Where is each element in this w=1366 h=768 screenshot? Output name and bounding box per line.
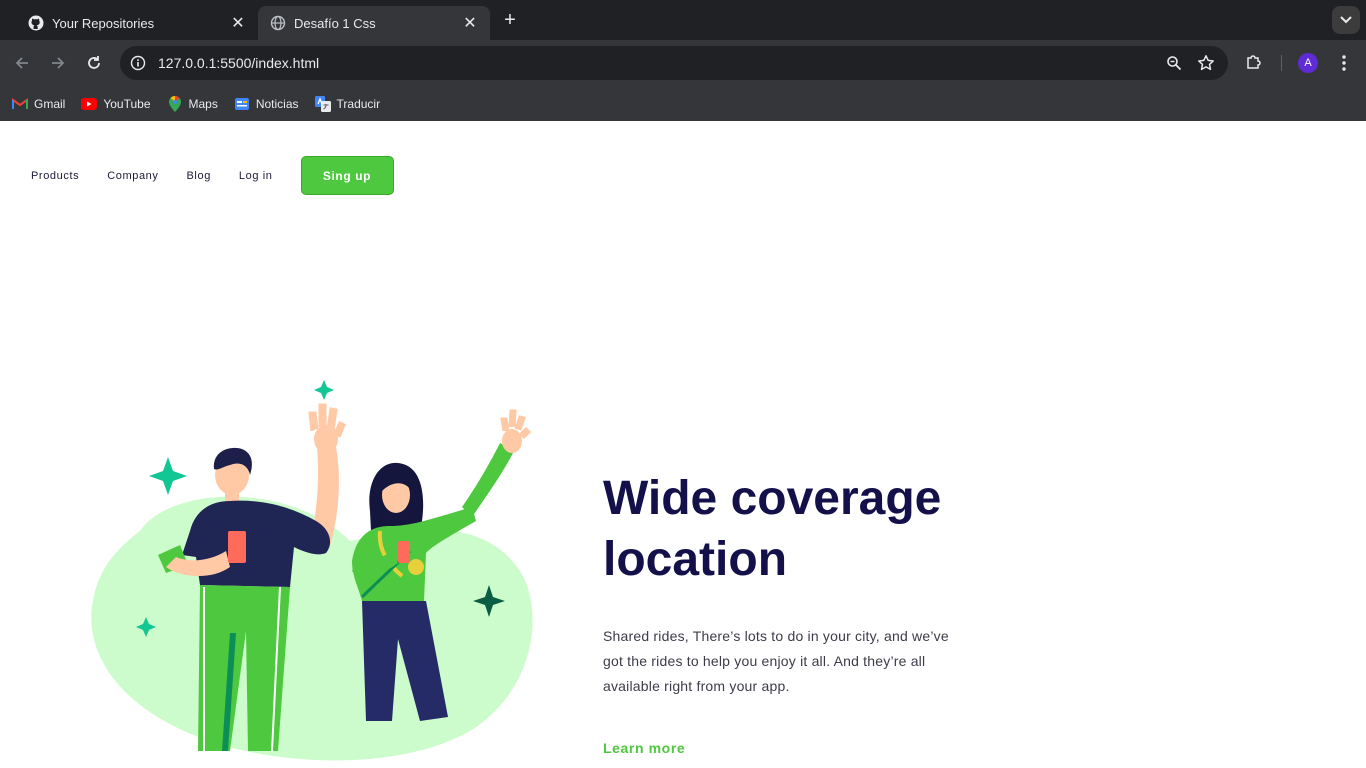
main-nav: Products Company Blog Log in Sing up <box>31 156 394 195</box>
bookmark-youtube[interactable]: YouTube <box>81 96 151 112</box>
translate-icon <box>314 95 331 112</box>
github-icon <box>28 15 44 31</box>
bookmark-noticias[interactable]: Noticias <box>234 96 299 112</box>
tab-search-chevron-icon[interactable] <box>1332 6 1360 34</box>
bookmark-maps[interactable]: Maps <box>167 95 218 112</box>
maps-icon <box>167 95 183 112</box>
news-icon <box>234 96 250 112</box>
nav-company[interactable]: Company <box>107 170 158 182</box>
nav-blog[interactable]: Blog <box>187 170 211 182</box>
hero-title: Wide coverage location <box>603 472 942 586</box>
extensions-puzzle-icon[interactable] <box>1244 52 1264 72</box>
tab-your-repositories[interactable]: Your Repositories ✕ <box>16 6 258 40</box>
reload-icon[interactable] <box>82 51 106 75</box>
forward-arrow-icon[interactable] <box>46 51 70 75</box>
profile-avatar[interactable]: A <box>1298 53 1318 73</box>
signup-button[interactable]: Sing up <box>300 156 394 195</box>
bookmark-star-icon[interactable] <box>1196 53 1216 73</box>
gmail-icon <box>12 96 28 112</box>
tab-title: Desafío 1 Css <box>294 15 376 31</box>
tab-desafio[interactable]: Desafío 1 Css ✕ <box>258 6 490 40</box>
close-tab-icon[interactable]: ✕ <box>460 13 480 33</box>
youtube-icon <box>81 96 98 112</box>
back-arrow-icon[interactable] <box>10 51 34 75</box>
browser-menu-icon[interactable] <box>1334 53 1354 73</box>
hero-description: Shared rides, There’s lots to do in your… <box>603 628 949 694</box>
browser-tab-bar: Your Repositories ✕ Desafío 1 Css ✕ + <box>0 0 1366 40</box>
close-tab-icon[interactable]: ✕ <box>228 13 248 33</box>
hero-illustration <box>91 380 533 761</box>
new-tab-icon[interactable]: + <box>498 8 522 32</box>
globe-icon <box>270 15 286 31</box>
web-page: Products Company Blog Log in Sing up Wid… <box>0 121 1366 768</box>
bookmark-label: Noticias <box>255 96 299 111</box>
zoom-icon[interactable] <box>1164 53 1184 73</box>
site-info-icon[interactable] <box>128 53 148 73</box>
address-bar[interactable]: 127.0.0.1:5500/index.html <box>120 46 1228 80</box>
bookmark-traducir[interactable]: Traducir <box>314 95 381 112</box>
learn-more-link[interactable]: Learn more <box>603 740 685 756</box>
bookmark-label: Gmail <box>34 96 66 111</box>
sparkle-icon <box>149 457 187 495</box>
nav-login[interactable]: Log in <box>239 170 273 182</box>
tab-title: Your Repositories <box>52 15 155 31</box>
bookmark-label: Traducir <box>336 96 381 111</box>
bookmarks-bar: Gmail YouTube Maps Noticias Traducir <box>0 86 1366 121</box>
url-text: 127.0.0.1:5500/index.html <box>158 55 320 71</box>
sparkle-icon <box>314 380 334 400</box>
bookmark-label: YouTube <box>103 96 151 111</box>
browser-toolbar: 127.0.0.1:5500/index.html <box>0 40 1366 86</box>
toolbar-divider <box>1281 55 1282 71</box>
bookmark-gmail[interactable]: Gmail <box>12 96 65 112</box>
bookmark-label: Maps <box>188 96 218 111</box>
nav-products[interactable]: Products <box>31 170 79 182</box>
